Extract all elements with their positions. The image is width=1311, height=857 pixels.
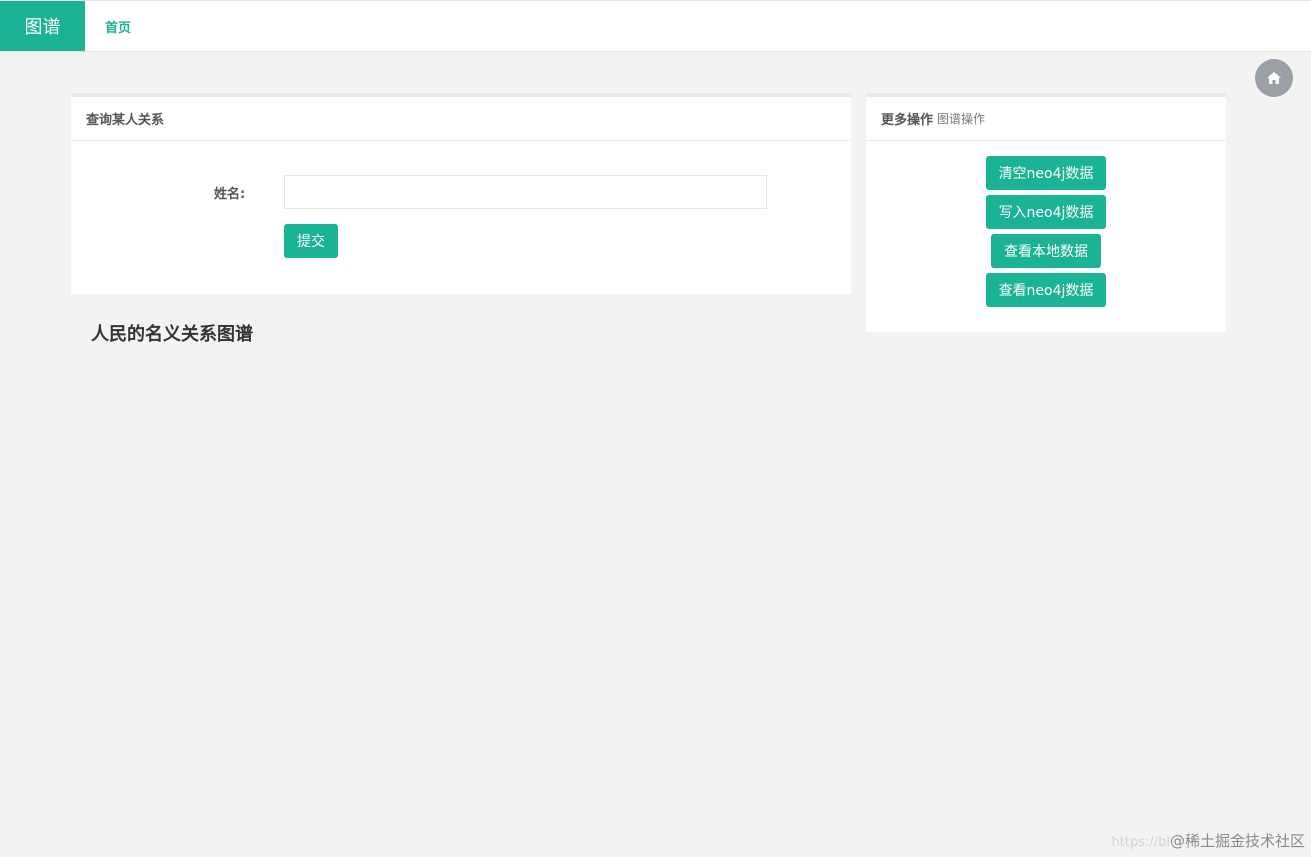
home-button[interactable] — [1255, 59, 1293, 97]
name-label: 姓名: — [214, 187, 246, 202]
view-local-data-button[interactable]: 查看本地数据 — [991, 234, 1101, 268]
ops-button-list: 清空neo4j数据 写入neo4j数据 查看本地数据 查看neo4j数据 — [866, 156, 1226, 307]
top-navbar: 图谱 首页 — [0, 0, 1311, 52]
watermark: https://bl@稀土掘金技术社区 — [1112, 830, 1305, 851]
watermark-url: https://bl — [1111, 835, 1170, 850]
submit-button[interactable]: 提交 — [284, 224, 338, 258]
home-icon — [1267, 72, 1281, 84]
ops-panel-title: 更多操作 — [881, 113, 934, 128]
query-panel-title: 查询某人关系 — [86, 113, 165, 128]
nav-item-home[interactable]: 首页 — [105, 1, 131, 51]
brand-logo[interactable]: 图谱 — [0, 1, 85, 51]
name-input[interactable] — [284, 175, 767, 209]
clear-neo4j-button[interactable]: 清空neo4j数据 — [985, 156, 1107, 190]
ops-panel-subtitle: 图谱操作 — [937, 112, 986, 126]
query-panel-header: 查询某人关系 — [71, 97, 851, 141]
more-operations-panel: 更多操作 图谱操作 清空neo4j数据 写入neo4j数据 查看本地数据 查看n… — [866, 93, 1226, 332]
ops-panel-header: 更多操作 图谱操作 — [866, 97, 1226, 141]
watermark-text: @稀土掘金技术社区 — [1169, 832, 1305, 850]
graph-title: 人民的名义关系图谱 — [91, 324, 253, 345]
write-neo4j-button[interactable]: 写入neo4j数据 — [985, 195, 1107, 229]
view-neo4j-data-button[interactable]: 查看neo4j数据 — [985, 273, 1107, 307]
query-person-panel: 查询某人关系 姓名: 提交 — [71, 93, 851, 294]
